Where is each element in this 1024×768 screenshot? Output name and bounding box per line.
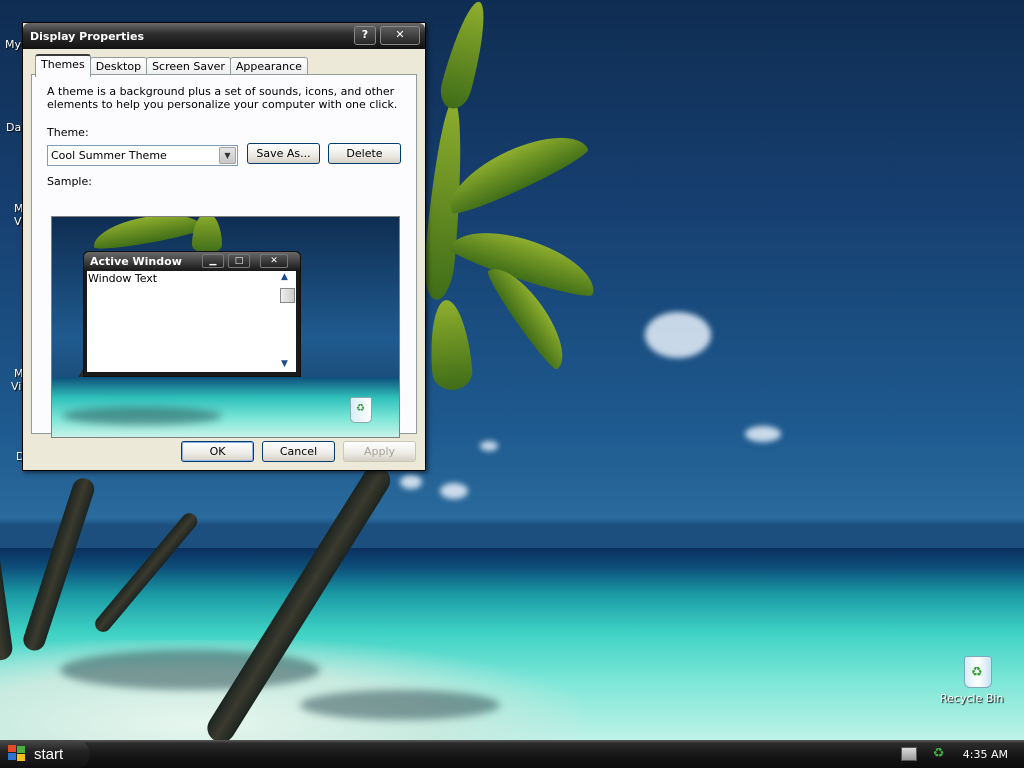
- sample-label: Sample:: [47, 175, 92, 188]
- sample-scrollbar: ▲ ▼: [279, 271, 295, 372]
- system-tray: ♻ 4:35 AM: [894, 740, 1024, 768]
- delete-button[interactable]: Delete: [328, 143, 401, 164]
- save-as-button[interactable]: Save As...: [247, 143, 320, 164]
- palm-frond: [90, 217, 204, 253]
- themes-panel: A theme is a background plus a set of so…: [31, 74, 417, 438]
- palm-frond: [192, 217, 222, 253]
- cloud: [645, 312, 711, 358]
- sample-window-titlebar: Active Window ▁ □ ✕: [84, 252, 300, 270]
- dialog-titlebar[interactable]: Display Properties ? ✕: [23, 23, 425, 49]
- desktop-icon-label[interactable]: Da: [6, 121, 21, 134]
- safely-remove-hardware-icon[interactable]: ♻: [933, 747, 947, 760]
- cancel-button[interactable]: Cancel: [262, 441, 335, 462]
- sample-active-window: Active Window ▁ □ ✕ Window Text ▲ ▼: [83, 251, 301, 377]
- windows-logo-icon: [8, 745, 28, 763]
- clock[interactable]: 4:35 AM: [963, 748, 1008, 761]
- start-button[interactable]: start: [0, 740, 90, 768]
- recycle-bin-label: Recycle Bin: [940, 692, 1004, 705]
- sea: [52, 377, 399, 437]
- display-properties-dialog: Display Properties ? ✕ Themes Desktop Sc…: [22, 22, 426, 471]
- sample-window-text: Window Text: [88, 272, 158, 285]
- cloud: [480, 441, 498, 451]
- themes-description: A theme is a background plus a set of so…: [47, 85, 398, 111]
- cloud: [745, 426, 781, 442]
- theme-select-value: Cool Summer Theme: [51, 149, 167, 162]
- close-button[interactable]: ✕: [380, 26, 420, 45]
- start-label: start: [34, 745, 64, 763]
- close-icon: ✕: [260, 254, 288, 268]
- beach-sand: [0, 640, 580, 740]
- ok-button[interactable]: OK: [181, 441, 254, 462]
- sample-window-title: Active Window: [90, 255, 182, 268]
- minimize-icon: ▁: [202, 254, 224, 268]
- recycle-bin-icon: ♻: [350, 397, 372, 423]
- theme-sample-preview: Active Window ▁ □ ✕ Window Text ▲ ▼ ♻: [51, 216, 400, 438]
- palm-shadow: [62, 407, 222, 425]
- recycle-bin-desktop-icon[interactable]: ♻ Recycle Bin: [940, 656, 1016, 705]
- scroll-down-icon: ▼: [281, 359, 288, 369]
- help-button[interactable]: ?: [354, 26, 376, 45]
- chevron-down-icon[interactable]: ▼: [219, 147, 236, 164]
- desktop-icon-label[interactable]: Vi: [11, 380, 21, 393]
- cloud: [400, 475, 422, 489]
- scroll-up-icon: ▲: [281, 272, 288, 282]
- apply-button[interactable]: Apply: [343, 441, 416, 462]
- cloud: [440, 483, 468, 499]
- recycle-bin-icon: ♻: [964, 656, 992, 688]
- keyboard-icon[interactable]: [900, 747, 917, 761]
- palm-frond: [436, 0, 494, 113]
- tab-strip: Themes Desktop Screen Saver Appearance: [35, 54, 308, 77]
- palm-frond: [438, 120, 592, 220]
- theme-label: Theme:: [47, 126, 89, 139]
- palm-frond: [426, 298, 474, 392]
- maximize-icon: □: [228, 254, 250, 268]
- palm-shadow: [300, 690, 500, 720]
- desktop-icon-label[interactable]: My: [5, 38, 21, 51]
- desktop-icon-label[interactable]: V: [14, 215, 22, 228]
- scroll-thumb: [280, 288, 295, 303]
- tab-themes[interactable]: Themes: [35, 54, 91, 77]
- taskbar: start ♻ 4:35 AM: [0, 740, 1024, 768]
- theme-select[interactable]: Cool Summer Theme ▼: [47, 145, 238, 166]
- sample-window-body: Window Text ▲ ▼: [87, 271, 296, 372]
- dialog-title: Display Properties: [30, 30, 145, 43]
